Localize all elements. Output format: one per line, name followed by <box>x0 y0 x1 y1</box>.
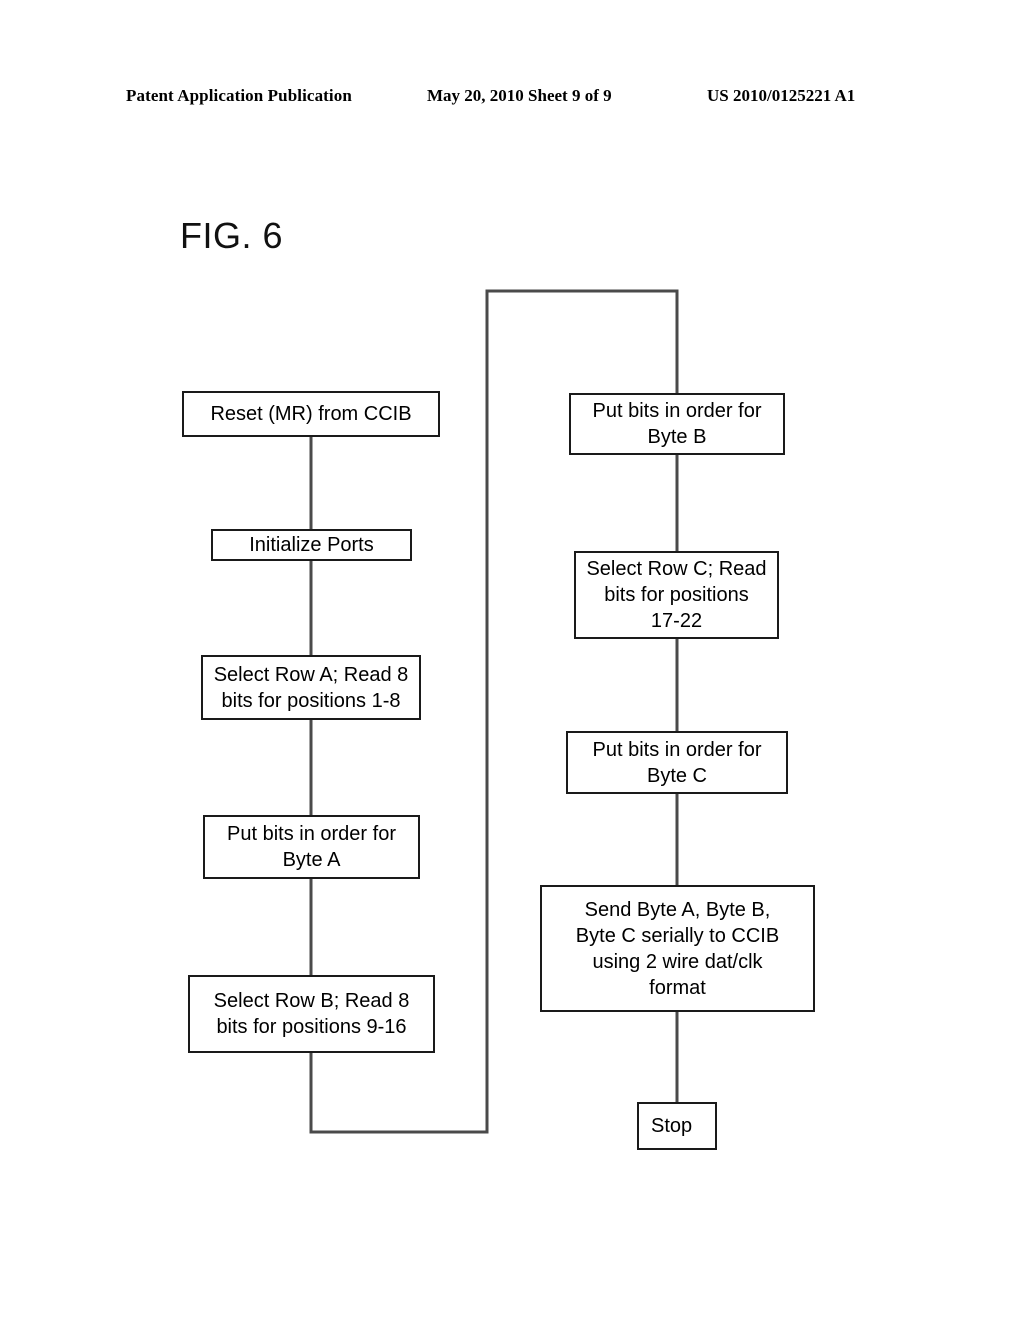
node-send-bytes-label: Send Byte A, Byte B, Byte C serially to … <box>575 898 780 999</box>
node-reset-label: Reset (MR) from CCIB <box>210 403 412 425</box>
node-reset: Reset (MR) from CCIB <box>182 391 440 437</box>
flowchart-diagram: Reset (MR) from CCIB Initialize Ports Se… <box>0 0 1024 1320</box>
node-select-row-b-label: Select Row B; Read 8 bits for positions … <box>213 990 410 1038</box>
node-select-row-b: Select Row B; Read 8 bits for positions … <box>188 975 435 1053</box>
node-initialize-ports: Initialize Ports <box>211 529 412 561</box>
node-put-bits-byte-a-label: Put bits in order for Byte A <box>227 823 396 871</box>
node-put-bits-byte-c: Put bits in order for Byte C <box>566 731 788 794</box>
node-put-bits-byte-c-label: Put bits in order for Byte C <box>592 738 762 787</box>
node-put-bits-byte-b: Put bits in order for Byte B <box>569 393 785 455</box>
node-put-bits-byte-a: Put bits in order for Byte A <box>203 815 420 879</box>
node-send-bytes: Send Byte A, Byte B, Byte C serially to … <box>540 885 815 1012</box>
node-select-row-c: Select Row C; Read bits for positions 17… <box>574 551 779 639</box>
node-stop: Stop <box>637 1102 717 1150</box>
node-put-bits-byte-b-label: Put bits in order for Byte B <box>592 400 762 448</box>
node-select-row-c-label: Select Row C; Read bits for positions 17… <box>586 558 767 632</box>
node-select-row-a: Select Row A; Read 8 bits for positions … <box>201 655 421 720</box>
connector-layer <box>309 289 679 1134</box>
node-select-row-a-label: Select Row A; Read 8 bits for positions … <box>213 663 409 712</box>
node-stop-label: Stop <box>651 1115 693 1137</box>
node-initialize-ports-label: Initialize Ports <box>249 534 374 556</box>
